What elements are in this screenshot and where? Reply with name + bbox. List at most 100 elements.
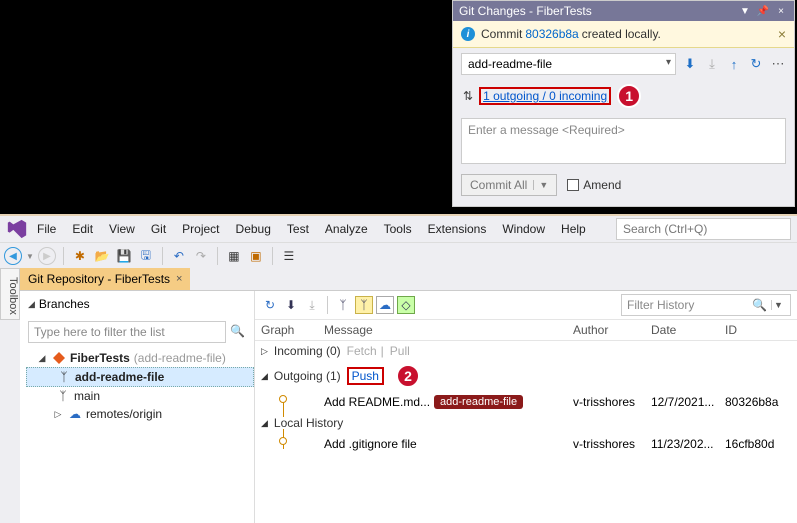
pull-link[interactable]: Pull (390, 344, 410, 358)
notif-pre: Commit (481, 27, 522, 41)
menu-edit[interactable]: Edit (65, 219, 100, 239)
refresh-icon[interactable]: ↻ (261, 296, 279, 314)
filter-remote-icon[interactable]: ☁ (376, 296, 394, 314)
fetch-icon[interactable]: ⬇ (682, 56, 698, 72)
open-icon[interactable]: 📂 (93, 247, 111, 265)
menu-view[interactable]: View (102, 219, 142, 239)
repo-icon (52, 351, 66, 365)
nav-back-button[interactable]: ◀ (4, 247, 22, 265)
pull-icon[interactable]: ⤓ (704, 56, 720, 72)
history-pane: ↻ ⬇ ⤓ ᛉ ᛉ ☁ ◇ Filter History 🔍 ▼ Graph (255, 291, 797, 523)
menu-project[interactable]: Project (175, 219, 226, 239)
branch-item-main[interactable]: ᛉ main (26, 387, 254, 405)
branches-header[interactable]: ◢ Branches (20, 291, 254, 317)
commit-row-local[interactable]: Add .gitignore file v-trisshores 11/23/2… (255, 433, 797, 455)
commit-row: Commit All ▼ Amend (453, 168, 794, 206)
git-repository-tab[interactable]: Git Repository - FiberTests × (20, 268, 190, 290)
menu-extensions[interactable]: Extensions (421, 219, 494, 239)
commit-msg: Add .gitignore file (324, 437, 417, 451)
col-date[interactable]: Date (651, 323, 725, 337)
commit-id: 80326b8a (725, 395, 797, 409)
tool-icon-2[interactable]: ▣ (247, 247, 265, 265)
search-input[interactable]: Search (Ctrl+Q) (616, 218, 791, 240)
save-icon[interactable]: 💾 (115, 247, 133, 265)
notif-close-icon[interactable]: × (778, 26, 786, 42)
toolbar: ◀ ▼ ▶ ✱ 📂 💾 🖫 ↶ ↷ ▦ ▣ ☰ (0, 242, 797, 270)
commit-message-input[interactable]: Enter a message <Required> (461, 118, 786, 164)
fetch-link[interactable]: Fetch (347, 344, 377, 358)
outgoing-section[interactable]: ◢ Outgoing (1) Push 2 (255, 361, 797, 391)
redo-icon[interactable]: ↷ (192, 247, 210, 265)
tab-close-icon[interactable]: × (176, 273, 182, 285)
git-changes-title: Git Changes - FiberTests (459, 4, 734, 18)
branch-tree: ◢ FiberTests (add-readme-file) ᛉ add-rea… (20, 347, 254, 423)
incoming-section[interactable]: ▷ Incoming (0) Fetch | Pull (255, 341, 797, 361)
branch-label: remotes/origin (86, 407, 162, 421)
branch-pill: add-readme-file (434, 395, 523, 409)
local-history-section[interactable]: ◢ Local History (255, 413, 797, 433)
checkbox-box (567, 179, 579, 191)
branch-selector[interactable]: add-readme-file (461, 53, 676, 75)
ide-window: File Edit View Git Project Debug Test An… (0, 214, 797, 523)
menu-help[interactable]: Help (554, 219, 593, 239)
visual-studio-icon (6, 218, 28, 240)
undo-icon[interactable]: ↶ (170, 247, 188, 265)
more-icon[interactable]: ⋯ (770, 56, 786, 72)
callout-2: 2 (396, 364, 420, 388)
amend-checkbox[interactable]: Amend (567, 178, 621, 192)
search-icon[interactable]: 🔍 (230, 324, 246, 340)
branch-filter-input[interactable]: Type here to filter the list (28, 321, 226, 343)
commit-hash-link[interactable]: 80326b8a (525, 27, 578, 41)
git-repository-panel: Git Repository - FiberTests × ◢ Branches… (20, 268, 797, 523)
pin-icon[interactable]: 📌 (756, 4, 770, 18)
col-author[interactable]: Author (573, 323, 651, 337)
menu-window[interactable]: Window (495, 219, 552, 239)
menu-test[interactable]: Test (280, 219, 316, 239)
branch-item-remotes[interactable]: ▷ ☁ remotes/origin (26, 405, 254, 423)
graph-icon[interactable]: ᛉ (334, 296, 352, 314)
branch-item-add-readme[interactable]: ᛉ add-readme-file (26, 367, 254, 387)
repo-name-label: FiberTests (70, 351, 130, 365)
menu-file[interactable]: File (30, 219, 63, 239)
pull-icon[interactable]: ⤓ (303, 296, 321, 314)
push-icon[interactable]: ↑ (726, 56, 742, 72)
save-all-icon[interactable]: 🖫 (137, 247, 155, 265)
new-file-icon[interactable]: ✱ (71, 247, 89, 265)
menu-git[interactable]: Git (144, 219, 173, 239)
filter-dropdown-icon[interactable]: ▼ (771, 300, 785, 310)
commit-dropdown-icon[interactable]: ▼ (533, 180, 548, 190)
filter-local-icon[interactable]: ᛉ (355, 296, 373, 314)
tool-icon-1[interactable]: ▦ (225, 247, 243, 265)
col-id[interactable]: ID (725, 323, 797, 337)
cloud-icon: ☁ (68, 407, 82, 421)
branches-header-label: Branches (39, 297, 90, 311)
outgoing-incoming-link[interactable]: 1 outgoing / 0 incoming (479, 87, 611, 105)
tree-repo-node[interactable]: ◢ FiberTests (add-readme-file) (26, 349, 254, 367)
local-history-label: Local History (274, 416, 343, 430)
commit-date: 11/23/202... (651, 437, 725, 451)
push-link[interactable]: Push (347, 367, 384, 385)
fetch-icon[interactable]: ⬇ (282, 296, 300, 314)
commit-author: v-trisshores (573, 437, 651, 451)
dropdown-icon[interactable]: ▼ (738, 4, 752, 18)
outgoing-label: Outgoing (1) (274, 369, 341, 383)
history-filter-input[interactable]: Filter History 🔍 ▼ (621, 294, 791, 316)
search-icon: 🔍 (752, 298, 767, 312)
nav-fwd-button[interactable]: ▶ (38, 247, 56, 265)
col-graph[interactable]: Graph (255, 323, 320, 337)
menu-debug[interactable]: Debug (229, 219, 278, 239)
branch-filter-row: Type here to filter the list 🔍 (20, 317, 254, 347)
menu-tools[interactable]: Tools (377, 219, 419, 239)
commit-all-button[interactable]: Commit All ▼ (461, 174, 557, 196)
git-changes-titlebar[interactable]: Git Changes - FiberTests ▼ 📌 × (453, 1, 794, 21)
toolbox-tab[interactable]: Toolbox (0, 268, 20, 320)
filter-tag-icon[interactable]: ◇ (397, 296, 415, 314)
branch-label: main (74, 389, 100, 403)
git-repository-tab-label: Git Repository - FiberTests (28, 272, 170, 286)
tool-icon-3[interactable]: ☰ (280, 247, 298, 265)
commit-row-outgoing[interactable]: Add README.md... add-readme-file v-triss… (255, 391, 797, 413)
col-message[interactable]: Message (320, 323, 573, 337)
close-icon[interactable]: × (774, 4, 788, 18)
menu-analyze[interactable]: Analyze (318, 219, 375, 239)
sync-icon[interactable]: ↻ (748, 56, 764, 72)
